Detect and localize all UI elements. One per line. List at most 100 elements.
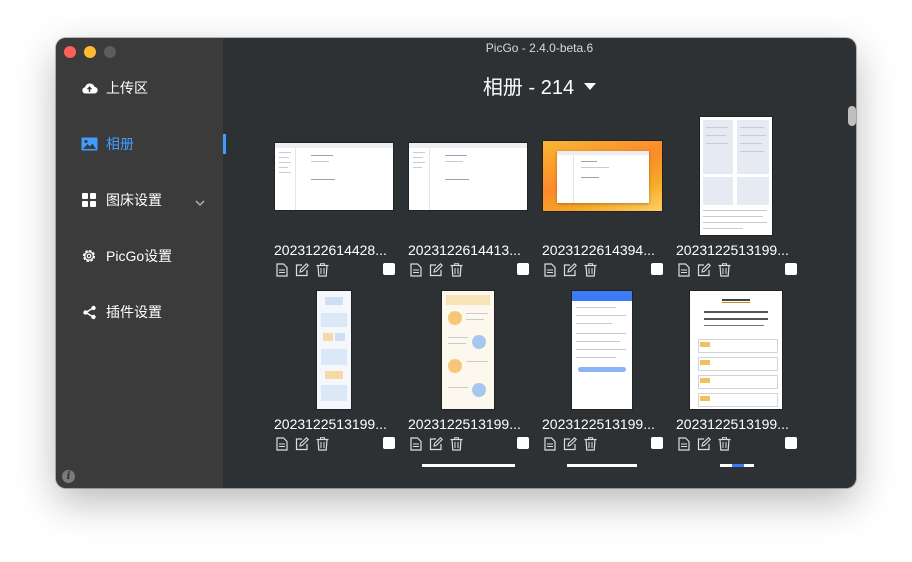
- select-checkbox[interactable]: [383, 263, 395, 275]
- image-filename: 2023122513199...: [408, 416, 521, 432]
- item-actions: [275, 263, 395, 277]
- copy-link-icon[interactable]: [409, 263, 423, 277]
- select-checkbox[interactable]: [651, 263, 663, 275]
- select-checkbox[interactable]: [383, 437, 395, 449]
- image-thumbnail[interactable]: [690, 291, 782, 409]
- select-checkbox[interactable]: [517, 437, 529, 449]
- delete-icon[interactable]: [717, 263, 731, 277]
- image-thumbnail[interactable]: [442, 291, 494, 409]
- gallery-item: 2023122614413...: [408, 116, 529, 277]
- item-actions: [543, 263, 663, 277]
- sidebar-item-label: 图床设置: [106, 192, 162, 208]
- image-thumbnail-partial[interactable]: [720, 464, 754, 467]
- thumbnail-container[interactable]: [274, 116, 394, 236]
- sidebar-nav: 上传区 相册 图床设置 PicGo设置 插件设置: [56, 60, 226, 340]
- image-thumbnail-partial[interactable]: [567, 464, 637, 467]
- copy-link-icon[interactable]: [275, 437, 289, 451]
- image-thumbnail[interactable]: [317, 291, 351, 409]
- copy-link-icon[interactable]: [677, 263, 691, 277]
- gallery-item: 2023122614394...: [542, 116, 663, 277]
- image-thumbnail[interactable]: [572, 291, 632, 409]
- sidebar-item-label: 相册: [106, 136, 134, 152]
- grid-icon: [80, 191, 98, 209]
- sidebar: 上传区 相册 图床设置 PicGo设置 插件设置 i: [56, 38, 226, 488]
- image-filename: 2023122513199...: [274, 416, 387, 432]
- copy-link-icon[interactable]: [543, 263, 557, 277]
- thumbnail-container[interactable]: [408, 116, 528, 236]
- item-actions: [409, 437, 529, 451]
- image-thumbnail[interactable]: [275, 142, 393, 210]
- app-window: 上传区 相册 图床设置 PicGo设置 插件设置 i PicGo - 2.4.0…: [56, 38, 856, 488]
- window-controls: [64, 46, 116, 58]
- image-filename: 2023122513199...: [676, 416, 789, 432]
- thumbnail-container[interactable]: [542, 116, 662, 236]
- image-icon: [80, 135, 98, 153]
- copy-link-icon[interactable]: [275, 263, 289, 277]
- image-filename: 2023122614428...: [274, 242, 387, 258]
- scrollbar[interactable]: [848, 106, 856, 126]
- image-filename: 2023122513199...: [676, 242, 789, 258]
- edit-icon[interactable]: [563, 263, 577, 277]
- item-actions: [543, 437, 663, 451]
- image-thumbnail[interactable]: [409, 142, 527, 210]
- image-filename: 2023122614413...: [408, 242, 521, 258]
- item-actions: [275, 437, 395, 451]
- edit-icon[interactable]: [697, 437, 711, 451]
- sidebar-item-label: 上传区: [106, 80, 148, 96]
- delete-icon[interactable]: [717, 437, 731, 451]
- sidebar-item-image-host-settings[interactable]: 图床设置: [56, 172, 223, 228]
- copy-link-icon[interactable]: [543, 437, 557, 451]
- thumbnail-container[interactable]: [274, 290, 394, 410]
- minimize-window-button[interactable]: [84, 46, 96, 58]
- item-actions: [677, 437, 797, 451]
- gallery-item: 2023122513199...: [676, 116, 797, 277]
- gear-icon: [80, 247, 98, 265]
- item-actions: [677, 263, 797, 277]
- edit-icon[interactable]: [295, 437, 309, 451]
- gallery-item: 2023122513199...: [408, 290, 529, 451]
- gallery-item: 2023122614428...: [274, 116, 395, 277]
- select-checkbox[interactable]: [651, 437, 663, 449]
- gallery-title-dropdown[interactable]: 相册 - 214: [223, 71, 856, 100]
- select-checkbox[interactable]: [785, 437, 797, 449]
- gallery-item: 2023122513199...: [542, 290, 663, 451]
- edit-icon[interactable]: [295, 263, 309, 277]
- caret-down-icon: [584, 83, 597, 90]
- sidebar-item-plugin-settings[interactable]: 插件设置: [56, 284, 223, 340]
- delete-icon[interactable]: [583, 437, 597, 451]
- edit-icon[interactable]: [563, 437, 577, 451]
- sidebar-item-picgo-settings[interactable]: PicGo设置: [56, 228, 223, 284]
- thumbnail-container[interactable]: [676, 290, 796, 410]
- image-filename: 2023122513199...: [542, 416, 655, 432]
- chevron-down-icon: [195, 193, 205, 209]
- delete-icon[interactable]: [449, 437, 463, 451]
- zoom-window-button[interactable]: [104, 46, 116, 58]
- thumbnail-container[interactable]: [676, 116, 796, 236]
- image-thumbnail[interactable]: [542, 141, 662, 211]
- delete-icon[interactable]: [315, 437, 329, 451]
- delete-icon[interactable]: [583, 263, 597, 277]
- edit-icon[interactable]: [429, 263, 443, 277]
- delete-icon[interactable]: [315, 263, 329, 277]
- image-thumbnail[interactable]: [700, 117, 772, 235]
- gallery-item: 2023122513199...: [274, 290, 395, 451]
- cloud-upload-icon: [80, 79, 98, 97]
- window-title: PicGo - 2.4.0-beta.6: [485, 41, 594, 55]
- edit-icon[interactable]: [429, 437, 443, 451]
- select-checkbox[interactable]: [517, 263, 529, 275]
- info-icon[interactable]: i: [62, 470, 75, 483]
- close-window-button[interactable]: [64, 46, 76, 58]
- gallery-item: 2023122513199...: [676, 290, 797, 451]
- edit-icon[interactable]: [697, 263, 711, 277]
- page-title: 相册 - 214: [482, 77, 575, 99]
- delete-icon[interactable]: [449, 263, 463, 277]
- select-checkbox[interactable]: [785, 263, 797, 275]
- copy-link-icon[interactable]: [409, 437, 423, 451]
- thumbnail-container[interactable]: [542, 290, 662, 410]
- thumbnail-container[interactable]: [408, 290, 528, 410]
- image-thumbnail-partial[interactable]: [422, 464, 515, 467]
- copy-link-icon[interactable]: [677, 437, 691, 451]
- sidebar-item-upload[interactable]: 上传区: [56, 60, 223, 116]
- sidebar-item-gallery[interactable]: 相册: [56, 116, 226, 172]
- main-content: PicGo - 2.4.0-beta.6 相册 - 214 2023122614…: [223, 38, 856, 488]
